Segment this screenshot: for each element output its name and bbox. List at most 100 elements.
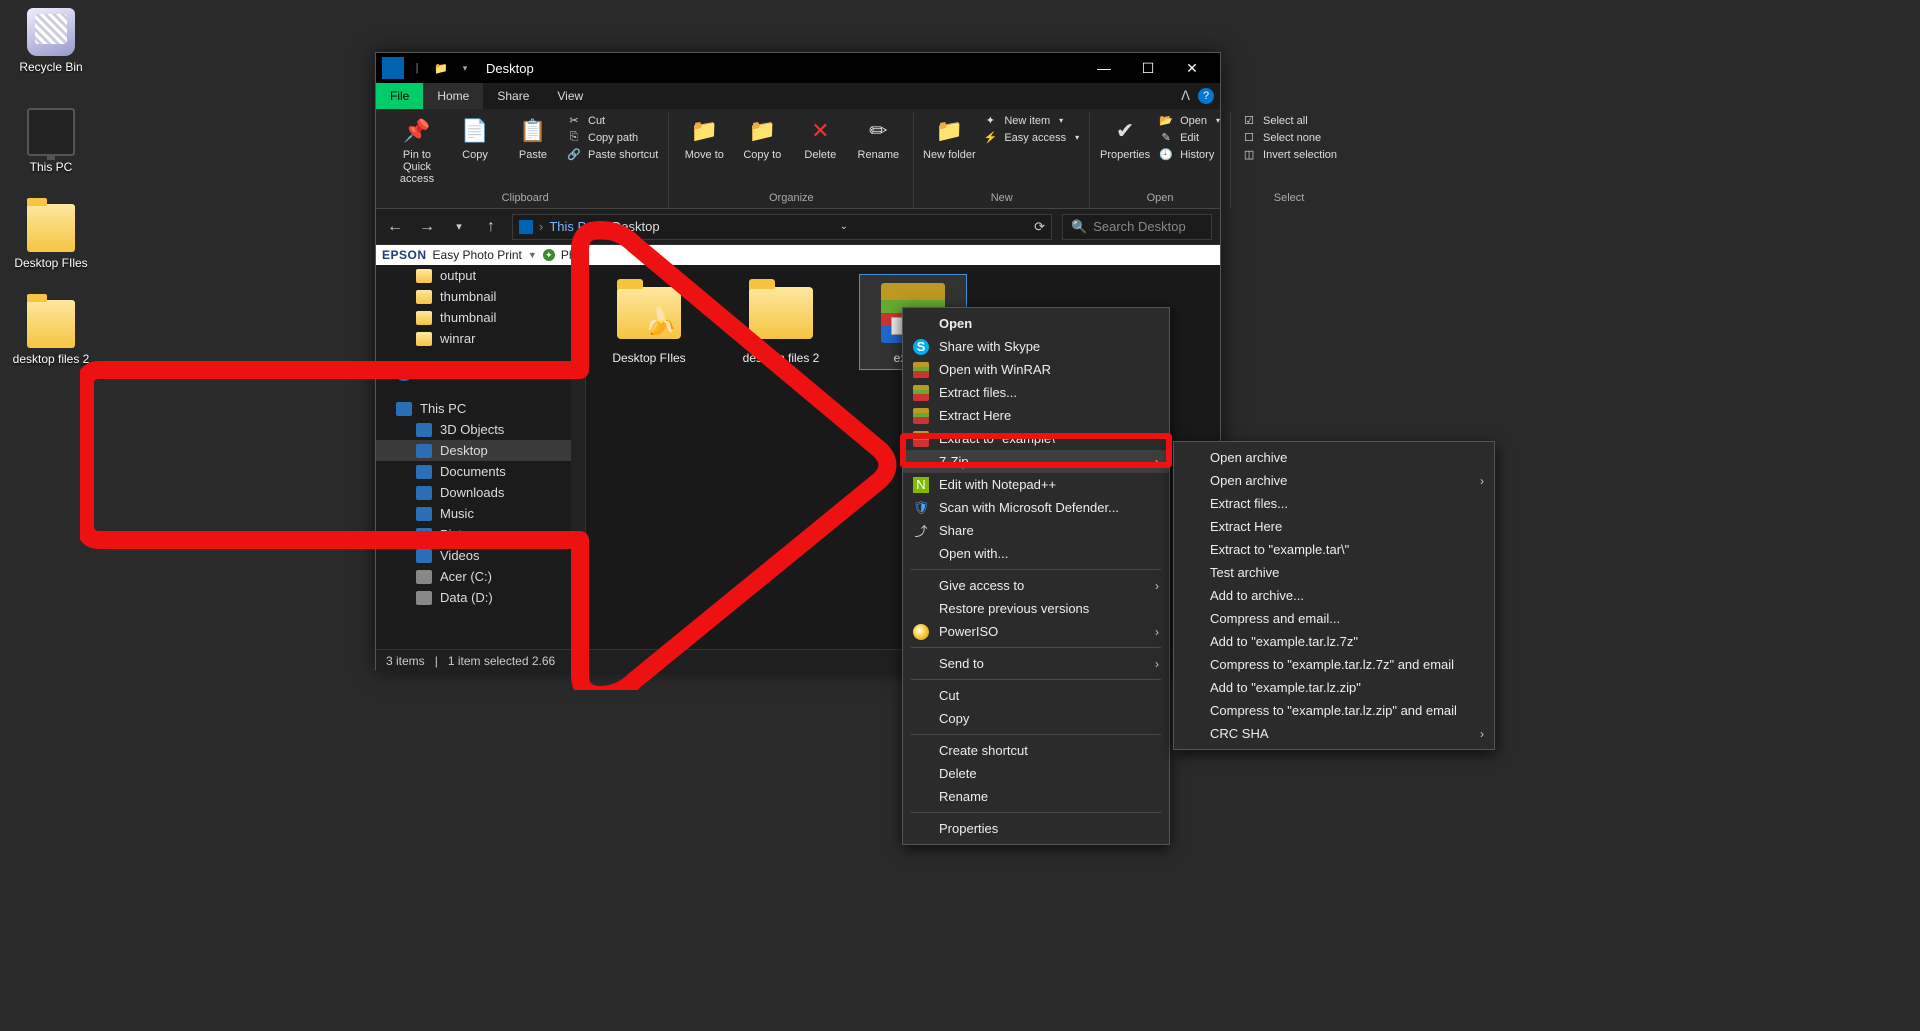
properties-button[interactable]: ✔Properties [1098, 113, 1152, 161]
nav-desktop[interactable]: Desktop [376, 440, 585, 461]
nav-music[interactable]: Music [376, 503, 585, 524]
nav-data-d[interactable]: Data (D:) [376, 587, 585, 608]
sub-crc-sha[interactable]: CRC SHA› [1174, 722, 1494, 745]
ctx-poweriso[interactable]: PowerISO› [903, 620, 1169, 643]
titlebar[interactable]: | 📁 ▾ Desktop — ☐ ✕ [376, 53, 1220, 83]
sub-test-archive[interactable]: Test archive [1174, 561, 1494, 584]
maximize-button[interactable]: ☐ [1126, 53, 1170, 83]
nav-acer-c[interactable]: Acer (C:) [376, 566, 585, 587]
ctx-extract-files[interactable]: Extract files... [903, 381, 1169, 404]
chevron-down-icon[interactable]: ▼ [528, 250, 537, 260]
epson-label[interactable]: Easy Photo Print [433, 248, 522, 262]
qa-item[interactable]: 📁 [430, 57, 452, 79]
select-all-button[interactable]: ☑Select all [1239, 113, 1339, 128]
close-button[interactable]: ✕ [1170, 53, 1214, 83]
qa-dropdown[interactable]: ▾ [454, 57, 476, 79]
nav-this-pc[interactable]: This PC [376, 398, 585, 419]
ctx-7zip[interactable]: 7-Zip› [903, 450, 1169, 473]
history-button[interactable]: 🕘History [1156, 147, 1222, 162]
forward-button[interactable]: → [416, 218, 438, 236]
ctx-delete[interactable]: Delete [903, 762, 1169, 785]
nav-output[interactable]: output [376, 265, 585, 286]
nav-thumbnail-2[interactable]: thumbnail [376, 307, 585, 328]
epson-photo-label[interactable]: Ph [561, 248, 576, 262]
paste-button[interactable]: 📋Paste [506, 113, 560, 161]
ctx-properties[interactable]: Properties [903, 817, 1169, 840]
edit-button[interactable]: ✎Edit [1156, 130, 1222, 145]
invert-selection-button[interactable]: ◫Invert selection [1239, 147, 1339, 162]
ctx-open-winrar[interactable]: Open with WinRAR [903, 358, 1169, 381]
sub-open-archive-2[interactable]: Open archive› [1174, 469, 1494, 492]
desktop-icon-folder-1[interactable]: Desktop FIles [12, 204, 90, 270]
ctx-share-skype[interactable]: SShare with Skype [903, 335, 1169, 358]
rename-button[interactable]: ✏Rename [851, 113, 905, 161]
nav-videos[interactable]: Videos [376, 545, 585, 566]
desktop-icon-recycle-bin[interactable]: Recycle Bin [12, 8, 90, 74]
nav-pane[interactable]: output thumbnail thumbnail winrar OneDri… [376, 265, 586, 649]
file-folder-2[interactable]: desktop files 2 [728, 275, 834, 369]
nav-pictures[interactable]: Pictures [376, 524, 585, 545]
sub-add-zip[interactable]: Add to "example.tar.lz.zip" [1174, 676, 1494, 699]
sub-compress-7z-email[interactable]: Compress to "example.tar.lz.7z" and emai… [1174, 653, 1494, 676]
nav-3d-objects[interactable]: 3D Objects [376, 419, 585, 440]
sub-extract-here[interactable]: Extract Here [1174, 515, 1494, 538]
nav-documents[interactable]: Documents [376, 461, 585, 482]
sub-add-to-archive[interactable]: Add to archive... [1174, 584, 1494, 607]
select-none-button[interactable]: ☐Select none [1239, 130, 1339, 145]
sub-compress-email[interactable]: Compress and email... [1174, 607, 1494, 630]
file-folder-1[interactable]: Desktop FIles [596, 275, 702, 369]
up-button[interactable]: ↑ [480, 218, 502, 236]
address-dropdown-icon[interactable]: ⌄ [840, 221, 848, 232]
sub-add-7z[interactable]: Add to "example.tar.lz.7z" [1174, 630, 1494, 653]
ctx-copy[interactable]: Copy [903, 707, 1169, 730]
tab-file[interactable]: File [376, 83, 423, 109]
easy-access-button[interactable]: ⚡Easy access▾ [980, 130, 1081, 145]
nav-onedrive[interactable]: OneDrive - Personal [376, 363, 585, 384]
refresh-button[interactable]: ⟳ [1034, 219, 1045, 235]
ctx-open[interactable]: Open [903, 312, 1169, 335]
tab-share[interactable]: Share [483, 83, 543, 109]
breadcrumb[interactable]: › This PC › Desktop ⌄ ⟳ [512, 214, 1052, 240]
move-to-button[interactable]: 📁Move to [677, 113, 731, 161]
recent-dropdown[interactable]: ▾ [448, 220, 470, 233]
ctx-restore[interactable]: Restore previous versions [903, 597, 1169, 620]
ctx-share[interactable]: ⤴Share [903, 519, 1169, 542]
new-folder-button[interactable]: 📁New folder [922, 113, 976, 161]
ctx-defender[interactable]: 🛡Scan with Microsoft Defender... [903, 496, 1169, 519]
new-item-button[interactable]: ✦New item▾ [980, 113, 1081, 128]
ctx-extract-here[interactable]: Extract Here [903, 404, 1169, 427]
ctx-create-shortcut[interactable]: Create shortcut [903, 739, 1169, 762]
paste-shortcut-button[interactable]: 🔗Paste shortcut [564, 147, 660, 162]
ctx-rename[interactable]: Rename [903, 785, 1169, 808]
ctx-cut[interactable]: Cut [903, 684, 1169, 707]
search-input[interactable]: 🔍 Search Desktop [1062, 214, 1212, 240]
copy-path-button[interactable]: ⎘Copy path [564, 130, 660, 145]
tab-view[interactable]: View [543, 83, 597, 109]
delete-button[interactable]: ✕Delete [793, 113, 847, 161]
sub-extract-to[interactable]: Extract to "example.tar\" [1174, 538, 1494, 561]
desktop-icon-this-pc[interactable]: This PC [12, 108, 90, 174]
sub-extract-files[interactable]: Extract files... [1174, 492, 1494, 515]
breadcrumb-folder[interactable]: Desktop [612, 219, 660, 234]
nav-downloads[interactable]: Downloads [376, 482, 585, 503]
open-button[interactable]: 📂Open▾ [1156, 113, 1222, 128]
nav-scrollbar[interactable] [571, 265, 585, 649]
back-button[interactable]: ← [384, 218, 406, 236]
copy-button[interactable]: 📄Copy [448, 113, 502, 161]
ctx-open-with[interactable]: Open with... [903, 542, 1169, 565]
minimize-button[interactable]: — [1082, 53, 1126, 83]
tab-home[interactable]: Home [423, 83, 483, 109]
nav-winrar[interactable]: winrar [376, 328, 585, 349]
sub-open-archive-1[interactable]: Open archive [1174, 446, 1494, 469]
cut-button[interactable]: ✂Cut [564, 113, 660, 128]
help-icon[interactable]: ? [1198, 88, 1214, 104]
ctx-notepad[interactable]: NEdit with Notepad++ [903, 473, 1169, 496]
sub-compress-zip-email[interactable]: Compress to "example.tar.lz.zip" and ema… [1174, 699, 1494, 722]
breadcrumb-this-pc[interactable]: This PC [549, 219, 595, 234]
copy-to-button[interactable]: 📁Copy to [735, 113, 789, 161]
pin-button[interactable]: 📌Pin to Quick access [390, 113, 444, 185]
ctx-give-access[interactable]: Give access to› [903, 574, 1169, 597]
desktop-icon-folder-2[interactable]: desktop files 2 [12, 300, 90, 366]
ctx-extract-to[interactable]: Extract to "example\" [903, 427, 1169, 450]
nav-thumbnail-1[interactable]: thumbnail [376, 286, 585, 307]
